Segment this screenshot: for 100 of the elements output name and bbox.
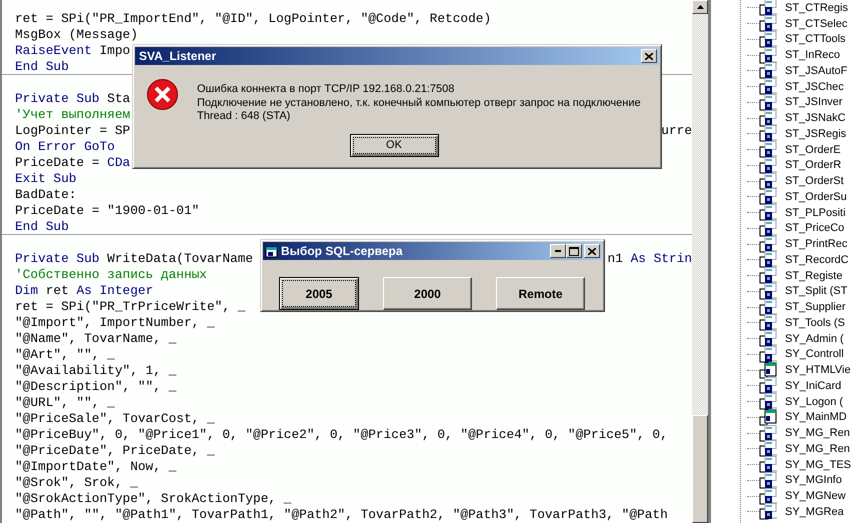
tree-item[interactable]: SY_Admin ( bbox=[785, 332, 844, 345]
error-icon bbox=[146, 78, 179, 111]
module-icon bbox=[759, 30, 779, 48]
server-button[interactable]: 2005 bbox=[279, 277, 359, 310]
code-line: End Sub bbox=[15, 219, 69, 235]
code-line: "@Availability", 1, _ bbox=[15, 363, 176, 379]
tree-item[interactable]: ST_OrderSt bbox=[785, 175, 844, 188]
code-line: "@Import", ImportNumber, _ bbox=[15, 315, 215, 331]
error-message: Thread : 648 (STA) bbox=[197, 110, 292, 124]
module-icon bbox=[759, 188, 779, 206]
tree-item[interactable]: ST_JSRegis bbox=[785, 128, 846, 140]
module-icon bbox=[759, 330, 779, 348]
form-icon bbox=[759, 408, 779, 426]
window-title: Выбор SQL-сервера bbox=[281, 244, 403, 258]
tree-item[interactable]: ST_Tools (S bbox=[785, 316, 845, 329]
module-icon bbox=[759, 172, 779, 190]
tree-item[interactable]: SY_MG_Ren bbox=[785, 427, 850, 440]
tree-item[interactable]: ST_CTRegis bbox=[785, 2, 848, 14]
minimize-icon bbox=[555, 250, 561, 252]
tree-item[interactable]: ST_Registe bbox=[785, 270, 842, 282]
module-icon bbox=[759, 488, 779, 505]
code-line: "@URL", "", _ bbox=[15, 395, 115, 411]
code-line: End Sub bbox=[15, 59, 69, 75]
scroll-up-button[interactable] bbox=[692, 0, 708, 14]
code-line: "@PriceSale", TovarCost, _ bbox=[15, 411, 215, 427]
tree-item[interactable]: ST_JSInver bbox=[785, 96, 842, 108]
code-line: LogPointer = SP bbox=[15, 123, 130, 139]
tree-item[interactable]: SY_Logon ( bbox=[785, 396, 844, 408]
tree-item[interactable]: SY_MG_Ren bbox=[785, 442, 850, 455]
code-line: "@Name", TovarName, _ bbox=[15, 331, 176, 347]
code-line: "@SrokActionType", SrokActionType, _ bbox=[15, 491, 292, 507]
maximize-icon bbox=[569, 246, 579, 256]
module-icon bbox=[759, 298, 779, 316]
tree-item[interactable]: ST_JSChec bbox=[785, 80, 844, 93]
tree-item[interactable]: SY_MGRea bbox=[785, 506, 844, 518]
ok-button[interactable]: OK bbox=[350, 134, 438, 156]
code-line: PriceDate = CDa bbox=[15, 155, 130, 171]
code-line: MsgBox (Message) bbox=[15, 27, 138, 43]
window-icon bbox=[265, 244, 279, 258]
tree-item[interactable]: ST_PrintRec bbox=[785, 238, 848, 250]
tree-item[interactable]: SY_MGInfo bbox=[785, 474, 842, 486]
code-line: PriceDate = "1900-01-01" bbox=[15, 203, 200, 219]
code-line: 'Учет выполняем bbox=[15, 107, 130, 123]
module-icon bbox=[759, 393, 779, 410]
tree-item[interactable]: ST_Split (ST bbox=[785, 285, 848, 298]
module-icon bbox=[759, 94, 779, 111]
module-icon bbox=[759, 424, 779, 442]
server-button[interactable]: 2000 bbox=[383, 277, 472, 310]
module-icon bbox=[759, 62, 779, 80]
tree-item[interactable]: ST_InReco bbox=[785, 49, 840, 62]
tree-item[interactable]: ST_CTTools bbox=[785, 33, 846, 46]
module-icon bbox=[759, 15, 779, 32]
module-icon bbox=[759, 220, 779, 237]
module-icon bbox=[759, 46, 779, 64]
module-icon bbox=[759, 503, 779, 520]
module-icon bbox=[759, 267, 779, 284]
code-fragment: n1 As Strin bbox=[608, 251, 692, 267]
module-icon bbox=[759, 472, 779, 489]
code-line: "@ImportDate", Now, _ bbox=[15, 459, 176, 475]
minimize-button[interactable] bbox=[550, 244, 566, 258]
tree-item[interactable]: ST_OrderR bbox=[785, 159, 842, 172]
tree-item[interactable]: ST_PLPositi bbox=[785, 206, 846, 219]
scroll-thumb[interactable] bbox=[692, 415, 708, 523]
close-button[interactable] bbox=[584, 244, 600, 258]
module-icon bbox=[759, 346, 779, 363]
tree-item[interactable]: ST_JSNakC bbox=[785, 112, 846, 124]
close-button[interactable] bbox=[641, 49, 657, 63]
module-icon bbox=[759, 125, 779, 142]
module-icon bbox=[759, 78, 779, 96]
module-icon bbox=[759, 204, 779, 222]
tree-item[interactable]: SY_MG_TES bbox=[785, 458, 852, 471]
tree-item[interactable]: ST_OrderE bbox=[785, 144, 841, 156]
code-line: Dim ret As Integer bbox=[15, 283, 154, 299]
module-icon bbox=[759, 282, 779, 300]
tree-item[interactable]: ST_RecordC bbox=[785, 254, 849, 266]
tree-item[interactable]: ST_CTSelec bbox=[785, 18, 848, 30]
tree-item[interactable]: SY_HTMLVie bbox=[785, 364, 851, 376]
module-icon bbox=[759, 456, 779, 474]
tree-item[interactable]: ST_OrderSu bbox=[785, 190, 847, 203]
code-line: "@PriceBuy", 0, "@Price1", 0, "@Price2", 0, "@Price3", 0, "@Price4", 0, "@Price5", 0, bbox=[15, 427, 668, 443]
module-icon bbox=[759, 440, 779, 458]
tree-item[interactable]: ST_JSAutoF bbox=[785, 64, 848, 77]
tree-item[interactable]: SY_MainMD bbox=[785, 411, 847, 424]
module-icon bbox=[759, 141, 779, 158]
arrow-up-icon bbox=[696, 5, 704, 9]
tree-item[interactable]: ST_Supplier bbox=[785, 301, 846, 314]
close-icon bbox=[588, 248, 596, 254]
tree-item[interactable]: SY_Controll bbox=[785, 348, 844, 360]
code-line: ret = SPi("PR_ImportEnd", "@ID", LogPointer, "@Code", Retcode) bbox=[15, 11, 492, 27]
code-line: "@Srok", Srok, _ bbox=[15, 475, 138, 491]
code-line: "@PriceDate", PriceDate, _ bbox=[15, 443, 215, 459]
module-icon bbox=[759, 314, 779, 332]
code-line: "@Art", "", _ bbox=[15, 347, 115, 363]
code-line: "@Path", "", "@Path1", TovarPath1, "@Path2", TovarPath2, "@Path3", TovarPath3, "@Path bbox=[15, 507, 668, 523]
server-button[interactable]: Remote bbox=[496, 277, 585, 310]
tree-item[interactable]: SY_IniCard bbox=[785, 380, 842, 392]
tree-item[interactable]: ST_PriceCo bbox=[785, 222, 844, 234]
module-icon bbox=[759, 156, 779, 174]
maximize-button[interactable] bbox=[566, 244, 582, 258]
tree-item[interactable]: SY_MGNew bbox=[785, 490, 846, 502]
